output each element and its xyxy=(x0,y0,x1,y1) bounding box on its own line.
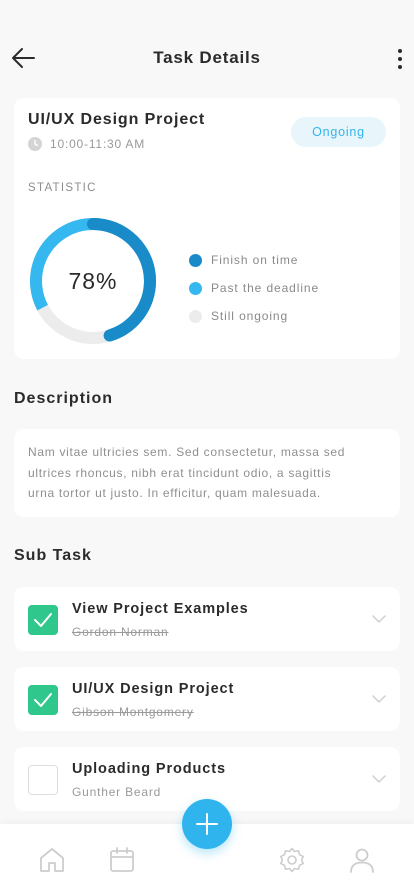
subtask-title: View Project Examples xyxy=(72,601,249,617)
description-text: Nam vitae ultricies sem. Sed consectetur… xyxy=(28,442,384,504)
profile-icon[interactable] xyxy=(349,847,375,873)
project-title: UI/UX Design Project xyxy=(28,111,206,128)
clock-icon xyxy=(28,137,42,151)
progress-value: 78% xyxy=(68,268,118,294)
calendar-icon[interactable] xyxy=(109,847,135,873)
status-badge: Ongoing xyxy=(291,117,386,147)
plus-icon xyxy=(196,813,218,835)
more-options-button[interactable] xyxy=(396,48,404,70)
legend-item-finish-on-time: Finish on time xyxy=(189,246,319,274)
time-row: 10:00-11:30 AM xyxy=(28,137,145,151)
legend-label: Finish on time xyxy=(211,253,299,267)
check-icon xyxy=(34,613,52,627)
home-icon[interactable] xyxy=(39,847,65,873)
subtask-checkbox[interactable] xyxy=(28,765,58,795)
settings-icon[interactable] xyxy=(279,847,305,873)
check-icon xyxy=(34,693,52,707)
description-heading: Description xyxy=(14,390,114,407)
subtask-assignee: Gibson Montgomery xyxy=(72,705,194,719)
subtask-assignee: Gordon Norman xyxy=(72,625,169,639)
chevron-down-icon[interactable] xyxy=(372,694,386,704)
subtask-heading: Sub Task xyxy=(14,547,92,564)
legend-dot xyxy=(189,309,202,323)
legend-dot xyxy=(189,281,202,295)
page-title: Task Details xyxy=(153,48,261,67)
subtask-title: UI/UX Design Project xyxy=(72,681,235,697)
project-overview-card: UI/UX Design Project 10:00-11:30 AM Ongo… xyxy=(14,98,400,359)
legend-label: Still ongoing xyxy=(211,309,289,323)
legend-dot xyxy=(189,253,202,267)
legend-item-still-ongoing: Still ongoing xyxy=(189,302,319,330)
chevron-down-icon[interactable] xyxy=(372,614,386,624)
chart-legend: Finish on time Past the deadline Still o… xyxy=(189,246,319,330)
add-task-button[interactable] xyxy=(182,799,232,849)
subtask-item[interactable]: View Project Examples Gordon Norman xyxy=(14,587,400,651)
subtask-assignee: Gunther Beard xyxy=(72,785,162,799)
description-card: Nam vitae ultricies sem. Sed consectetur… xyxy=(14,429,400,517)
legend-item-past-deadline: Past the deadline xyxy=(189,274,319,302)
chevron-down-icon[interactable] xyxy=(372,774,386,784)
subtask-title: Uploading Products xyxy=(72,761,226,777)
header: Task Details xyxy=(0,36,414,80)
subtask-checkbox[interactable] xyxy=(28,605,58,635)
description-line: urna tortor ut justo. In efficitur, quam… xyxy=(28,486,321,500)
more-vertical-icon xyxy=(398,49,402,69)
project-time: 10:00-11:30 AM xyxy=(50,137,146,151)
legend-label: Past the deadline xyxy=(211,281,320,295)
subtask-checkbox[interactable] xyxy=(28,685,58,715)
statistic-label: STATISTIC xyxy=(28,182,97,194)
description-line: ultrices rhoncus, nibh erat tincidunt od… xyxy=(28,465,332,480)
description-line: Nam vitae ultricies sem. Sed consectetur… xyxy=(28,445,346,459)
subtask-item[interactable]: UI/UX Design Project Gibson Montgomery xyxy=(14,667,400,731)
